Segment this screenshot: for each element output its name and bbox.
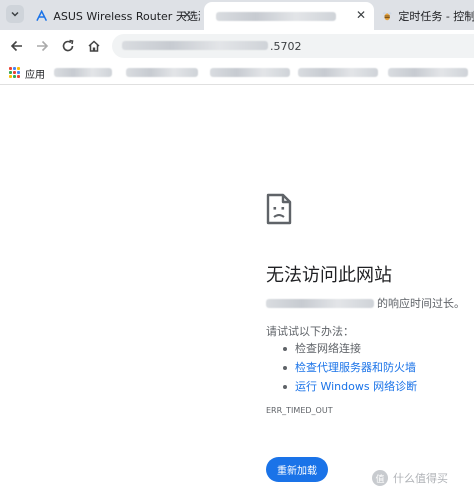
back-button[interactable] (7, 36, 27, 56)
tab-strip: ASUS Wireless Router 天选游 ✕ ✕ 定时任务 - 控制面 (0, 0, 474, 30)
tab-asus-router[interactable]: ASUS Wireless Router 天选游 ✕ (30, 2, 200, 30)
bookmark-item[interactable] (210, 68, 290, 77)
reload-page-button[interactable]: 重新加载 (266, 457, 328, 482)
error-message-text: 的响应时间过长。 (377, 297, 465, 310)
watermark: 值 什么值得买 (372, 470, 448, 486)
error-code: ERR_TIMED_OUT (266, 406, 333, 415)
bookmark-item[interactable] (126, 68, 198, 77)
reload-icon (62, 39, 74, 52)
address-bar[interactable]: .5702 (112, 34, 474, 58)
reload-button[interactable] (58, 36, 78, 56)
bee-icon (382, 12, 392, 21)
arrow-right-icon (37, 40, 49, 52)
suggestions-list: 检查网络连接 检查代理服务器和防火墙 运行 Windows 网络诊断 (283, 341, 417, 398)
blurred-url (122, 41, 268, 50)
arrow-left-icon (10, 40, 22, 52)
chevron-down-icon (11, 11, 19, 17)
close-icon[interactable]: ✕ (356, 9, 366, 21)
tab-active[interactable]: ✕ (204, 2, 374, 30)
bookmark-item[interactable] (54, 68, 112, 77)
watermark-logo: 值 (372, 470, 388, 486)
toolbar: .5702 (0, 30, 474, 62)
apps-grid-icon[interactable] (9, 67, 20, 78)
apps-label[interactable]: 应用 (25, 66, 45, 81)
suggestion-check-network: 检查网络连接 (283, 341, 417, 360)
suggestion-check-proxy-link[interactable]: 检查代理服务器和防火墙 (283, 360, 417, 379)
close-icon[interactable]: ✕ (182, 9, 192, 21)
watermark-text: 什么值得买 (393, 472, 448, 485)
home-button[interactable] (84, 36, 104, 56)
tab-search-button[interactable] (6, 5, 24, 23)
forward-button[interactable] (32, 36, 52, 56)
blurred-host (266, 298, 374, 308)
asus-logo-icon (36, 10, 48, 22)
error-heading: 无法访问此网站 (266, 265, 392, 286)
tab-scheduled-tasks[interactable]: 定时任务 - 控制面 (380, 2, 474, 30)
suggestion-run-diagnostics-link[interactable]: 运行 Windows 网络诊断 (283, 379, 417, 398)
url-text: .5702 (270, 40, 302, 53)
bookmark-item[interactable] (298, 68, 378, 77)
suggestions-label: 请试试以下办法： (266, 325, 354, 338)
home-icon (88, 40, 100, 52)
bookmarks-bar: 应用 (0, 62, 474, 85)
tab-title: 定时任务 - 控制面 (398, 10, 474, 23)
error-message: 的响应时间过长。 (266, 295, 465, 311)
tab-title: ASUS Wireless Router 天选游 (53, 10, 200, 23)
bookmark-item[interactable] (388, 68, 468, 77)
sad-page-icon (266, 193, 292, 225)
blurred-tab-title (216, 11, 336, 21)
